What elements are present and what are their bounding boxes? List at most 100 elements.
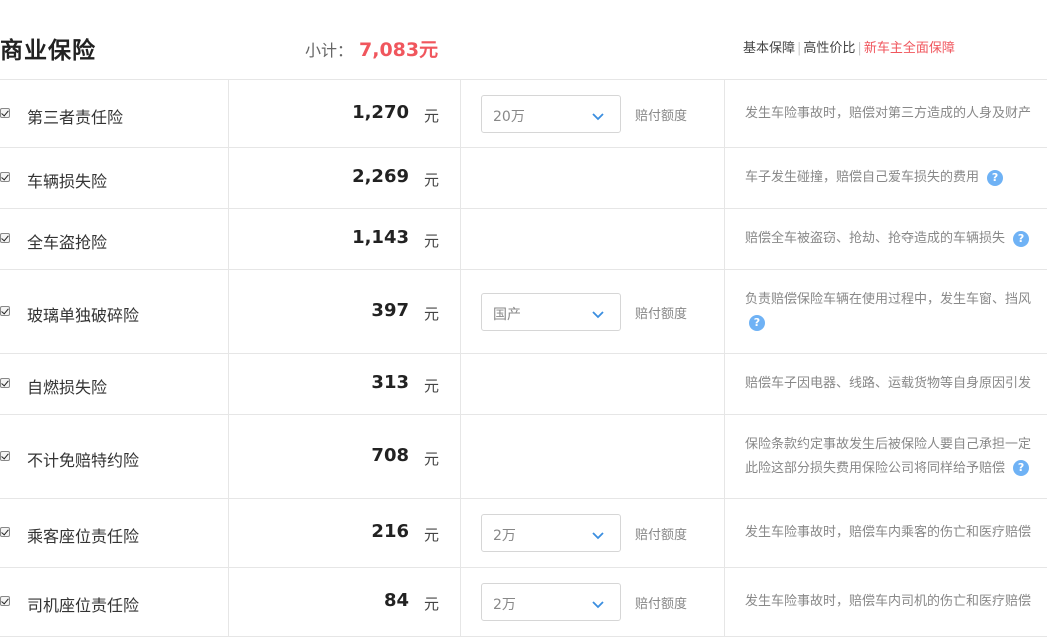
insurance-description: 负责赔偿保险车辆在使用过程中，发生车窗、挡风?	[745, 288, 1047, 336]
insurance-checkbox[interactable]	[0, 172, 10, 182]
column-divider	[460, 148, 461, 208]
price-unit: 元	[424, 304, 440, 323]
price-unit: 元	[424, 526, 440, 544]
description-text: 发生车险事故时，赔偿车内乘客的伤亡和医疗赔偿	[745, 525, 1032, 540]
coverage-select[interactable]: 2万	[481, 583, 621, 621]
insurance-price: 708	[371, 444, 409, 466]
help-icon[interactable]: ?	[1013, 230, 1030, 247]
insurance-checkbox[interactable]	[0, 527, 10, 537]
description-line: 发生车险事故时，赔偿车内乘客的伤亡和医疗赔偿	[745, 521, 1047, 545]
coverage-label: 赔付额度	[635, 306, 688, 322]
plan-value-link[interactable]: 高性价比	[803, 41, 855, 56]
coverage-select[interactable]: 20万	[481, 94, 621, 133]
insurance-price: 216	[371, 521, 409, 542]
column-divider	[228, 148, 229, 208]
column-divider	[460, 209, 461, 269]
description-line: 发生车险事故时，赔偿对第三方造成的人身及财产	[745, 102, 1047, 126]
insurance-checkbox[interactable]	[0, 378, 10, 388]
chevron-down-icon	[592, 107, 604, 120]
description-line: 保险条款约定事故发生后被保险人要自己承担一定	[745, 433, 1047, 457]
plan-full-link[interactable]: 新车主全面保障	[864, 41, 955, 56]
column-divider	[724, 209, 725, 269]
column-divider	[724, 270, 725, 353]
chevron-down-icon	[592, 595, 604, 609]
column-divider	[460, 568, 461, 636]
insurance-name: 第三者责任险	[27, 107, 124, 127]
column-divider	[228, 209, 229, 269]
subtotal-label: 小计：	[305, 41, 354, 60]
coverage-select[interactable]: 2万	[481, 514, 621, 552]
column-divider	[724, 80, 725, 147]
help-icon[interactable]: ?	[1013, 460, 1030, 476]
table-row: 全车盗抢险 1,143 元 赔偿全车被盗窃、抢劫、抢夺造成的车辆损失?	[0, 209, 1047, 270]
insurance-table: 第三者责任险 1,270 元 20万 赔付额度 发生车险事故时，赔偿对第三方造成的人身…	[0, 79, 1047, 637]
coverage-select-value: 国产	[493, 306, 521, 323]
column-divider	[228, 80, 229, 147]
insurance-checkbox[interactable]	[0, 305, 10, 316]
price-unit: 元	[424, 171, 440, 189]
table-row: 自燃损失险 313 元 赔偿车子因电器、线路、运载货物等自身原因引发	[0, 354, 1047, 415]
coverage-select[interactable]: 国产	[481, 292, 621, 331]
insurance-price: 2,269	[352, 166, 409, 187]
plan-basic-link[interactable]: 基本保障	[743, 41, 795, 56]
insurance-name: 司机座位责任险	[27, 596, 140, 615]
column-divider	[724, 568, 725, 636]
column-divider	[460, 354, 461, 414]
subtotal-value: 7,083元	[359, 39, 439, 61]
column-divider	[724, 354, 725, 414]
insurance-checkbox[interactable]	[0, 450, 10, 461]
insurance-name: 不计免赔特约险	[27, 450, 140, 470]
column-divider	[724, 148, 725, 208]
help-icon[interactable]: ?	[987, 169, 1004, 186]
column-divider	[228, 568, 229, 636]
subtotal: 小计： 7,083元	[305, 35, 438, 62]
insurance-price: 1,270	[352, 101, 409, 123]
description-line: 此险这部分损失费用保险公司将同样给予赔偿?	[745, 457, 1047, 481]
insurance-name: 乘客座位责任险	[27, 527, 140, 546]
coverage-select-value: 2万	[493, 528, 516, 544]
column-divider	[460, 270, 461, 353]
insurance-name: 全车盗抢险	[27, 233, 108, 252]
insurance-description: 发生车险事故时，赔偿车内司机的伤亡和医疗赔偿	[745, 590, 1047, 614]
coverage-label: 赔付额度	[635, 528, 688, 543]
column-divider	[228, 499, 229, 567]
insurance-description: 赔偿车子因电器、线路、运载货物等自身原因引发	[745, 372, 1047, 396]
description-text: 赔偿全车被盗窃、抢劫、抢夺造成的车辆损失	[745, 231, 1006, 246]
insurance-checkbox[interactable]	[0, 596, 10, 606]
insurance-name: 玻璃单独破碎险	[27, 305, 140, 325]
insurance-checkbox[interactable]	[0, 233, 10, 243]
chevron-down-icon	[592, 305, 604, 318]
insurance-price: 313	[371, 372, 409, 393]
column-divider	[724, 415, 725, 498]
column-divider	[460, 80, 461, 147]
insurance-description: 保险条款约定事故发生后被保险人要自己承担一定 此险这部分损失费用保险公司将同样给予…	[745, 433, 1047, 481]
insurance-price: 397	[371, 299, 409, 321]
coverage-select-value: 20万	[493, 108, 525, 125]
table-row: 不计免赔特约险 708 元 保险条款约定事故发生后被保险人要自己承担一定 此险这部分损失…	[0, 415, 1047, 499]
coverage-label: 赔付额度	[635, 597, 688, 612]
description-text: 车子发生碰撞，赔偿自己爱车损失的费用	[745, 170, 980, 185]
column-divider	[724, 499, 725, 567]
insurance-price: 1,143	[352, 227, 409, 248]
insurance-checkbox[interactable]	[0, 107, 10, 118]
column-divider	[228, 354, 229, 414]
price-unit: 元	[424, 106, 440, 125]
table-row: 司机座位责任险 84 元 2万 赔付额度 发生车险事故时，赔偿车内司机的伤亡和医疗赔偿	[0, 568, 1047, 637]
price-unit: 元	[424, 595, 440, 613]
coverage-label: 赔付额度	[635, 108, 688, 124]
description-line: 车子发生碰撞，赔偿自己爱车损失的费用?	[745, 166, 1047, 190]
coverage-select-value: 2万	[493, 597, 516, 613]
insurance-description: 车子发生碰撞，赔偿自己爱车损失的费用?	[745, 166, 1047, 190]
insurance-description: 发生车险事故时，赔偿对第三方造成的人身及财产	[745, 102, 1047, 126]
table-row: 第三者责任险 1,270 元 20万 赔付额度 发生车险事故时，赔偿对第三方造成的人身…	[0, 80, 1047, 148]
description-text: 赔偿车子因电器、线路、运载货物等自身原因引发	[745, 376, 1032, 391]
insurance-name: 车辆损失险	[27, 172, 108, 191]
section-header: 商业保险 小计： 7,083元 基本保障 | 高性价比 | 新车主全面保障	[0, 0, 1047, 80]
column-divider	[460, 415, 461, 498]
description-line: 发生车险事故时，赔偿车内司机的伤亡和医疗赔偿	[745, 590, 1047, 614]
insurance-description: 发生车险事故时，赔偿车内乘客的伤亡和医疗赔偿	[745, 521, 1047, 545]
help-icon[interactable]: ?	[749, 315, 765, 331]
column-divider	[460, 499, 461, 567]
column-divider	[228, 415, 229, 498]
description-text: 发生车险事故时，赔偿车内司机的伤亡和医疗赔偿	[745, 594, 1032, 609]
